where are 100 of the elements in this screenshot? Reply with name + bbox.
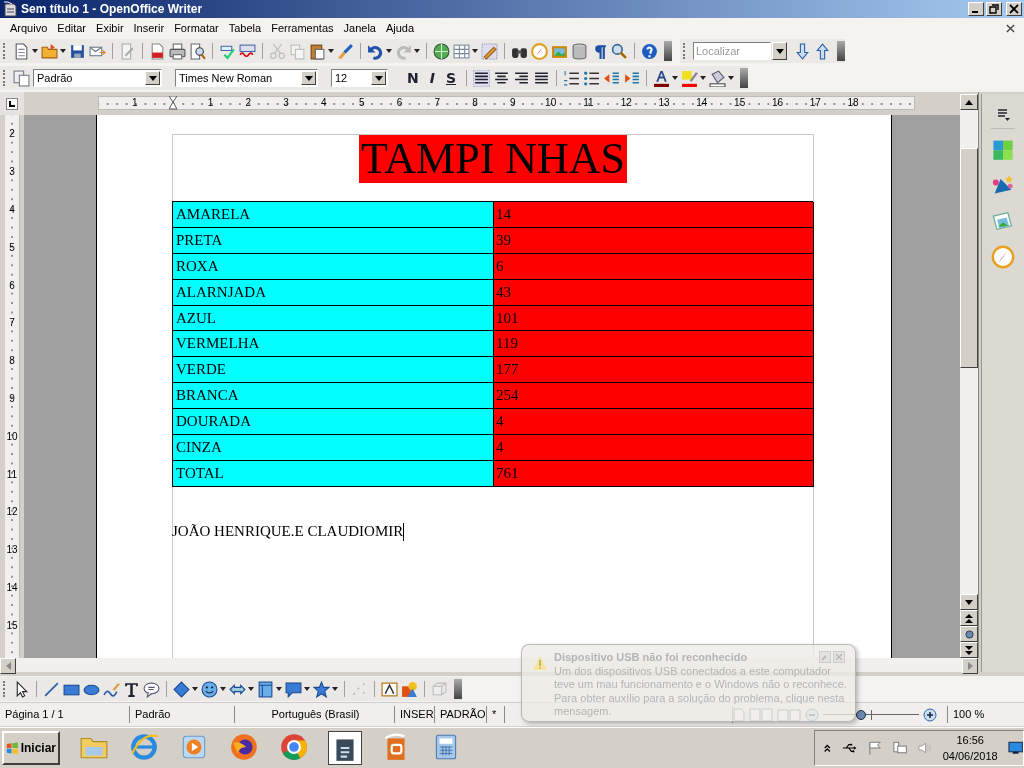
smiley-icon[interactable] — [201, 680, 218, 698]
previous-page-button[interactable] — [960, 610, 978, 626]
menu-item[interactable]: Arquivo — [6, 22, 52, 34]
pdf-icon[interactable] — [149, 42, 166, 60]
caret-icon[interactable] — [304, 687, 310, 691]
image-icon[interactable] — [401, 680, 418, 698]
menu-item[interactable]: Editar — [53, 22, 91, 34]
zoom-slider-thumb[interactable] — [856, 709, 867, 720]
arrow-down-icon[interactable] — [794, 42, 811, 60]
toolbar-handle[interactable] — [454, 679, 462, 699]
indent-marker-icon[interactable] — [168, 96, 177, 110]
dropdown-button[interactable] — [772, 42, 787, 60]
zoom-icon[interactable] — [611, 42, 628, 60]
menu-icon[interactable] — [995, 106, 1011, 122]
minimize-button[interactable] — [968, 2, 984, 16]
menu-item[interactable]: Janela — [339, 22, 380, 34]
round-browser-icon[interactable] — [278, 731, 310, 763]
globe-icon[interactable] — [433, 42, 450, 60]
start-button[interactable]: Iniciar — [2, 731, 60, 765]
scroll-up-button[interactable] — [960, 94, 978, 110]
autospellcheck-icon[interactable] — [239, 42, 256, 60]
background-color-icon[interactable] — [709, 69, 727, 87]
bold-button[interactable]: N — [403, 68, 423, 88]
arrow-up-icon[interactable] — [814, 42, 831, 60]
dropdown-button[interactable] — [145, 71, 160, 85]
toolbar-handle[interactable] — [837, 41, 845, 61]
freeform-icon[interactable] — [103, 680, 120, 698]
tab-stop-icon[interactable] — [6, 97, 18, 110]
underline-button[interactable]: S — [441, 68, 461, 88]
clipboard-icon[interactable] — [309, 42, 326, 60]
align-full-icon[interactable] — [533, 69, 551, 87]
menu-item[interactable]: Tabela — [224, 22, 266, 34]
menu-item[interactable]: Exibir — [92, 22, 128, 34]
caret-icon[interactable] — [332, 687, 338, 691]
star-icon[interactable] — [313, 680, 330, 698]
scrollbar-thumb[interactable] — [960, 148, 978, 368]
next-page-button[interactable] — [960, 642, 978, 658]
dropdown-button[interactable] — [371, 71, 386, 85]
paintbrush-icon[interactable] — [337, 42, 354, 60]
font-color-icon[interactable] — [653, 69, 671, 87]
align-right-icon[interactable] — [513, 69, 531, 87]
text-icon[interactable] — [123, 680, 140, 698]
toolbar-handle[interactable] — [664, 41, 672, 61]
caret-icon[interactable] — [328, 49, 334, 53]
caret-icon[interactable] — [192, 687, 198, 691]
table-icon[interactable] — [453, 42, 470, 60]
callout-icon[interactable] — [143, 680, 160, 698]
menu-item[interactable]: Ferramentas — [267, 22, 338, 34]
flowchart-icon[interactable] — [257, 680, 274, 698]
scroll-left-button[interactable] — [0, 658, 16, 674]
styles-icon[interactable] — [13, 69, 30, 87]
caret-icon[interactable] — [386, 49, 392, 53]
page-preview-icon[interactable] — [189, 42, 206, 60]
caret-icon[interactable] — [700, 76, 707, 80]
close-document-icon[interactable] — [1006, 23, 1015, 33]
menu-item[interactable]: Inserir — [129, 22, 169, 34]
caret-icon[interactable] — [728, 76, 735, 80]
caret-icon[interactable] — [60, 49, 66, 53]
caret-icon[interactable] — [220, 687, 226, 691]
caret-icon[interactable] — [414, 49, 420, 53]
document-icon[interactable] — [13, 42, 30, 60]
toolbar-handle[interactable] — [740, 68, 749, 88]
line-icon[interactable] — [43, 680, 60, 698]
vertical-scrollbar[interactable] — [960, 94, 978, 658]
menu-item[interactable]: Ajuda — [381, 22, 419, 34]
folder-icon[interactable] — [41, 42, 58, 60]
speech-bubble-icon[interactable] — [285, 680, 302, 698]
printer-icon[interactable] — [169, 42, 186, 60]
menu-item[interactable]: Formatar — [170, 22, 223, 34]
table-cell: 119 — [494, 331, 814, 358]
numbered-list-icon[interactable] — [563, 69, 581, 87]
restore-button[interactable] — [986, 2, 1002, 16]
help-icon[interactable] — [641, 42, 658, 60]
outdent-icon[interactable] — [603, 69, 621, 87]
pencil-icon[interactable] — [481, 42, 498, 60]
align-justify-icon[interactable] — [473, 69, 491, 87]
flag-icon[interactable] — [866, 740, 883, 756]
scroll-down-button[interactable] — [960, 594, 978, 610]
caret-icon[interactable] — [472, 49, 478, 53]
bullet-list-icon[interactable] — [583, 69, 601, 87]
diamond-icon[interactable] — [173, 680, 190, 698]
align-center-icon[interactable] — [493, 69, 511, 87]
caret-icon[interactable] — [32, 49, 38, 53]
table-cell: 4 — [494, 435, 814, 461]
writer-task-icon[interactable] — [328, 731, 362, 765]
caret-icon[interactable] — [672, 76, 679, 80]
italic-button[interactable]: I — [425, 68, 439, 88]
navigation-button[interactable] — [960, 626, 978, 642]
indent-icon[interactable] — [623, 69, 641, 87]
dropdown-button[interactable] — [301, 71, 316, 85]
gallery-icon[interactable] — [991, 209, 1015, 233]
show-desktop-icon[interactable] — [1007, 741, 1023, 755]
close-button[interactable] — [1006, 2, 1022, 16]
zoom-in-icon[interactable] — [923, 707, 937, 722]
find-field[interactable]: Localizar — [693, 42, 771, 60]
table-cell: 43 — [494, 279, 814, 306]
caret-icon[interactable] — [276, 687, 282, 691]
network-icon[interactable] — [892, 740, 908, 756]
caret-icon[interactable] — [248, 687, 254, 691]
scroll-right-button[interactable] — [962, 658, 978, 674]
